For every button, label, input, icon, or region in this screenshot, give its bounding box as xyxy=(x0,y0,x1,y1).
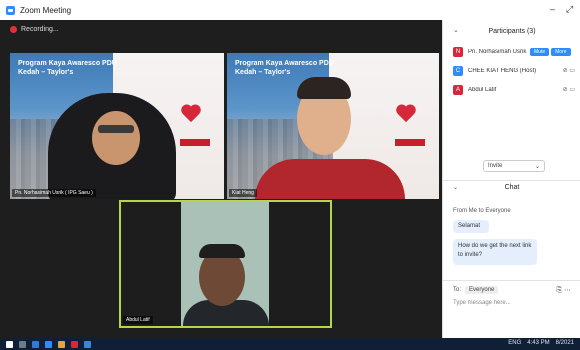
heart-logo-icon xyxy=(395,105,417,123)
invite-label: Invite xyxy=(488,163,503,169)
recording-label: Recording... xyxy=(21,26,59,33)
lang-indicator[interactable]: ENG xyxy=(508,340,521,346)
search-icon[interactable] xyxy=(19,340,26,348)
collapse-chevron-icon[interactable]: ⌄ xyxy=(453,26,459,34)
edge-icon[interactable] xyxy=(32,340,39,348)
mic-video-status-icon: ⊘ ▭ xyxy=(562,87,575,93)
windows-taskbar: ENG 4:43 PM 8/2021 xyxy=(0,338,580,350)
fullscreen-button[interactable]: ⤢ xyxy=(566,4,573,15)
chevron-down-icon: ⌄ xyxy=(534,163,540,170)
poster-title: Program Kaya Awaresco PDU Kedah – Taylor… xyxy=(235,60,334,76)
recording-dot-icon xyxy=(10,26,17,33)
pdf-icon[interactable] xyxy=(71,340,78,348)
avatar: N xyxy=(453,46,463,57)
heart-logo-icon xyxy=(180,105,202,123)
divider xyxy=(443,280,580,281)
window-title: Zoom Meeting xyxy=(20,5,72,15)
participant-row[interactable]: C CHEE KIAT HENG (Host) ⊘ ▭ xyxy=(443,61,580,80)
folder-icon[interactable] xyxy=(84,340,91,348)
participant-name-tag: Kiat Heng xyxy=(229,189,257,197)
participant-name: Pn. Norhasimah Usrik (Me) xyxy=(468,48,528,55)
participant-name-tag: Pn. Norhasimah Usrik ( IPG Saeu ) xyxy=(12,189,96,197)
clock[interactable]: 4:43 PM xyxy=(527,340,549,346)
start-button-icon[interactable] xyxy=(6,340,13,348)
chat-message: How do we get the next link to invite? xyxy=(453,239,537,265)
system-tray: ENG 4:43 PM 8/2021 xyxy=(508,340,574,346)
chat-input[interactable]: Type message here... xyxy=(453,300,511,306)
sponsor-logo-icon xyxy=(180,139,210,146)
zoom-logo-icon xyxy=(6,5,15,15)
divider xyxy=(443,180,580,181)
mic-video-status-icon: ⊘ ▭ xyxy=(562,68,575,74)
chat-title: Chat xyxy=(504,184,520,191)
chat-sender: From Me to Everyone xyxy=(453,208,511,214)
more-button[interactable]: More xyxy=(551,47,571,56)
chat-header: ⌄ Chat xyxy=(443,184,580,196)
invite-dropdown[interactable]: Invite ⌄ xyxy=(483,160,545,172)
date: 8/2021 xyxy=(555,340,574,346)
file-more-icon[interactable]: ⎘ ⋯ xyxy=(556,286,571,295)
avatar: A xyxy=(453,84,463,95)
chat-message: Selamat xyxy=(453,220,489,233)
avatar: C xyxy=(453,65,463,76)
video-tile-1[interactable]: Program Kaya Awaresco PDU Kedah – Taylor… xyxy=(10,53,224,199)
poster-title: Program Kaya Awaresco PDU Kedah – Taylor… xyxy=(18,60,117,76)
side-panel: ⌄ Participants (3) N Pn. Norhasimah Usri… xyxy=(442,20,580,338)
send-to-selector[interactable]: To: Everyone xyxy=(453,286,499,294)
sponsor-logo-icon xyxy=(395,139,425,146)
send-to-value[interactable]: Everyone xyxy=(465,286,499,294)
send-to-label: To: xyxy=(453,287,462,293)
chrome-icon[interactable] xyxy=(58,340,65,348)
participant-name: Abdul Latif xyxy=(468,86,497,93)
recording-indicator[interactable]: Recording... xyxy=(10,26,59,33)
video-area: Recording... Program Kaya Awaresco PDU K… xyxy=(0,20,442,338)
participant-name: CHEE KIAT HENG (Host) xyxy=(468,67,537,74)
video-tile-3-active-speaker[interactable]: Abdul Latif xyxy=(119,200,332,328)
participant-row[interactable]: A Abdul Latif ⊘ ▭ xyxy=(443,80,580,99)
collapse-chevron-icon[interactable]: ⌄ xyxy=(453,184,458,191)
minimize-button[interactable]: – xyxy=(550,4,555,14)
participants-title: Participants (3) xyxy=(488,27,536,35)
participants-header: ⌄ Participants (3) xyxy=(443,20,580,42)
zoom-icon[interactable] xyxy=(45,340,52,348)
participant-name-tag: Abdul Latif xyxy=(123,316,153,324)
video-tile-2[interactable]: Program Kaya Awaresco PDU Kedah – Taylor… xyxy=(227,53,439,199)
title-bar: Zoom Meeting – ⤢ xyxy=(0,0,580,21)
mute-button[interactable]: Mute xyxy=(530,47,550,56)
participant-row[interactable]: N Pn. Norhasimah Usrik (Me) Mute More xyxy=(443,42,580,61)
